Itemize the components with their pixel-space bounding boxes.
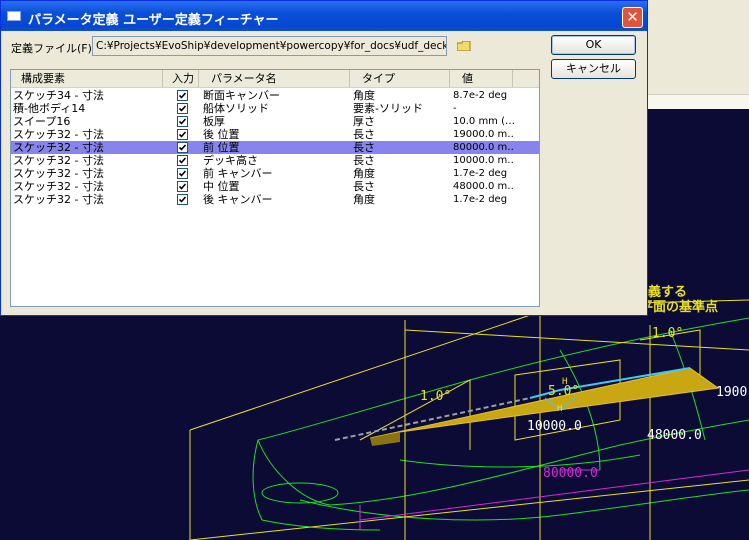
input-checkbox[interactable]: [177, 103, 188, 114]
value-cell: 19000.0 m…: [453, 129, 515, 140]
checkmark-icon: [179, 196, 186, 203]
close-icon: ✕: [626, 8, 639, 26]
input-checkbox[interactable]: [177, 168, 188, 179]
input-checkbox[interactable]: [177, 142, 188, 153]
type-cell: 厚さ: [353, 115, 375, 128]
component-cell: 積-他ボディ14: [13, 102, 86, 115]
input-checkbox[interactable]: [177, 181, 188, 192]
component-cell: スケッチ32 - 寸法: [13, 154, 104, 167]
component-cell: スケッチ32 - 寸法: [13, 141, 104, 154]
parameter-list[interactable]: 構成要素 入力 パラメータ名 タイプ 値 スケッチ34 - 寸法 断面キャンバー角…: [10, 69, 540, 307]
component-cell: スケッチ32 - 寸法: [13, 128, 104, 141]
checkmark-icon: [179, 131, 186, 138]
checkmark-icon: [179, 118, 186, 125]
checkmark-icon: [179, 170, 186, 177]
checkmark-icon: [179, 157, 186, 164]
component-cell: スケッチ32 - 寸法: [13, 193, 104, 206]
dim-front-position[interactable]: 80000.0: [543, 466, 598, 481]
parameter-name-cell: 前 キャンバー: [203, 167, 273, 180]
dim-mid-position[interactable]: 48000.0: [647, 428, 702, 443]
parameter-name-cell: 断面キャンバー: [203, 89, 280, 102]
parameter-name-cell: 後 キャンバー: [203, 193, 273, 206]
input-checkbox[interactable]: [177, 194, 188, 205]
table-row[interactable]: スケッチ32 - 寸法 後 位置 長さ 19000.0 m…: [11, 128, 539, 141]
title-bar[interactable]: パラメータ定義 ユーザー定義フィーチャー ✕: [1, 1, 647, 31]
dialog-title: パラメータ定義 ユーザー定義フィーチャー: [28, 13, 279, 28]
component-cell: スケッチ32 - 寸法: [13, 180, 104, 193]
parameter-name-cell: デッキ高さ: [203, 154, 258, 167]
parameter-name-cell: 中 位置: [203, 180, 240, 193]
value-cell: -: [453, 103, 457, 114]
table-row[interactable]: 積-他ボディ14 船体ソリッド 要素-ソリッド -: [11, 102, 539, 115]
list-header: 構成要素 入力 パラメータ名 タイプ 値: [11, 70, 539, 88]
type-cell: 要素-ソリッド: [353, 102, 423, 115]
component-cell: スイープ16: [13, 115, 71, 128]
value-cell: 80000.0 m…: [453, 142, 515, 153]
type-cell: 長さ: [353, 141, 375, 154]
input-checkbox[interactable]: [177, 116, 188, 127]
type-cell: 角度: [353, 89, 375, 102]
type-cell: 角度: [353, 193, 375, 206]
input-checkbox[interactable]: [177, 155, 188, 166]
checkmark-icon: [179, 105, 186, 112]
list-rows: スケッチ34 - 寸法 断面キャンバー 角度 8.7e-2 deg 積-他ボディ14 船体…: [11, 89, 539, 206]
column-header-input[interactable]: 入力: [163, 70, 199, 87]
dim-h-bottom: H: [557, 404, 563, 414]
type-cell: 長さ: [353, 154, 375, 167]
dim-rear-position[interactable]: 1900: [716, 385, 747, 400]
cancel-button[interactable]: キャンセル: [551, 59, 636, 79]
type-cell: 長さ: [353, 128, 375, 141]
parameter-definition-dialog: パラメータ定義 ユーザー定義フィーチャー ✕ 定義ファイル(F) C:¥Proj…: [0, 0, 648, 316]
parameter-name-cell: 船体ソリッド: [203, 102, 269, 115]
type-cell: 長さ: [353, 180, 375, 193]
checkmark-icon: [179, 92, 186, 99]
folder-icon[interactable]: [457, 41, 471, 51]
value-cell: 10000.0 m…: [453, 155, 515, 166]
ok-button[interactable]: OK: [551, 35, 636, 55]
close-button[interactable]: ✕: [622, 7, 643, 28]
table-row[interactable]: スケッチ32 - 寸法 後 キャンバー 角度 1.7e-2 deg: [11, 193, 539, 206]
column-header-type[interactable]: タイプ: [350, 70, 450, 87]
table-row[interactable]: スケッチ32 - 寸法 前 位置 長さ 80000.0 m…: [11, 141, 539, 154]
table-row[interactable]: スケッチ32 - 寸法 前 キャンバー 角度 1.7e-2 deg: [11, 167, 539, 180]
dim-deck-height[interactable]: 10000.0: [527, 419, 582, 434]
checkmark-icon: [179, 144, 186, 151]
column-header-parameter-name[interactable]: パラメータ名: [199, 70, 350, 87]
component-cell: スケッチ32 - 寸法: [13, 167, 104, 180]
value-cell: 1.7e-2 deg: [453, 168, 508, 179]
note-line-2: 平面の基準点: [640, 300, 719, 315]
value-cell: 48000.0 m…: [453, 181, 515, 192]
window-icon: [7, 11, 21, 21]
value-cell: 1.7e-2 deg: [453, 194, 508, 205]
table-row[interactable]: スケッチ34 - 寸法 断面キャンバー 角度 8.7e-2 deg: [11, 89, 539, 102]
definition-file-path-field[interactable]: C:¥Projects¥EvoShip¥development¥powercop…: [92, 36, 447, 56]
value-cell: 8.7e-2 deg: [453, 90, 508, 101]
column-header-component[interactable]: 構成要素: [11, 70, 163, 87]
input-checkbox[interactable]: [177, 129, 188, 140]
type-cell: 角度: [353, 167, 375, 180]
parameter-name-cell: 板厚: [203, 115, 225, 128]
table-row[interactable]: スイープ16 板厚 厚さ 10.0 mm (…: [11, 115, 539, 128]
dim-angle-left[interactable]: 1.0°: [420, 389, 451, 404]
input-checkbox[interactable]: [177, 90, 188, 101]
dim-h-top: H: [562, 377, 568, 387]
value-cell: 10.0 mm (…: [453, 116, 515, 127]
checkmark-icon: [179, 183, 186, 190]
parameter-name-cell: 後 位置: [203, 128, 240, 141]
table-row[interactable]: スケッチ32 - 寸法 デッキ高さ 長さ 10000.0 m…: [11, 154, 539, 167]
dim-angle-top[interactable]: 1.0°: [652, 326, 683, 341]
definition-file-label: 定義ファイル(F): [11, 42, 92, 55]
column-header-value[interactable]: 値: [450, 70, 513, 87]
table-row[interactable]: スケッチ32 - 寸法 中 位置 長さ 48000.0 m…: [11, 180, 539, 193]
component-cell: スケッチ34 - 寸法: [13, 89, 104, 102]
parameter-name-cell: 前 位置: [203, 141, 240, 154]
